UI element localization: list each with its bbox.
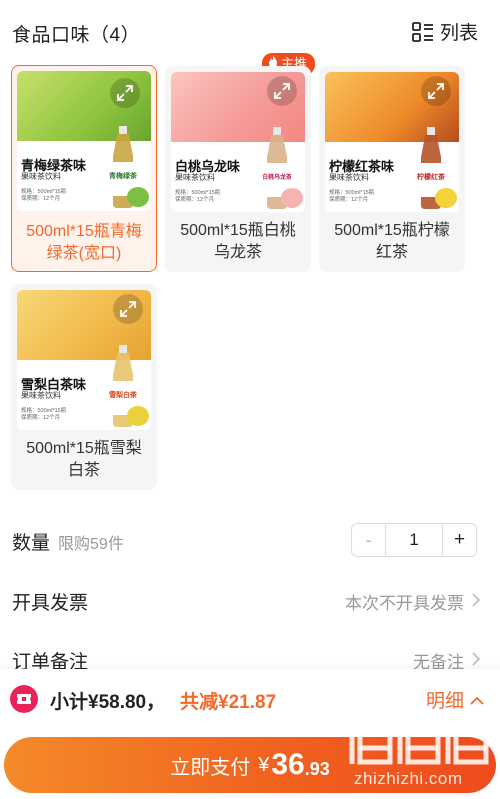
list-icon bbox=[412, 21, 434, 42]
product-spec: 规格：500ml*15瓶 保质期：12个月 bbox=[175, 190, 220, 204]
pay-now-label: 立即支付 bbox=[170, 756, 251, 779]
purchase-limit-hint: 限购59件 bbox=[58, 536, 124, 553]
flavor-section-title: 食品口味（4） bbox=[12, 25, 141, 46]
quantity-input[interactable]: 1 bbox=[386, 524, 442, 556]
flavor-card-label: 500ml*15瓶青梅 绿茶(宽口) bbox=[26, 223, 142, 262]
invoice-label: 开具发票 bbox=[12, 593, 89, 614]
chevron-up-icon bbox=[470, 689, 484, 711]
product-spec: 规格：500ml*15瓶 保质期：12个月 bbox=[21, 408, 66, 422]
currency-symbol: ¥ bbox=[258, 753, 270, 776]
fruit-icon bbox=[127, 187, 149, 207]
fruit-icon bbox=[127, 406, 149, 426]
discount-text: 共减¥21.87 bbox=[180, 692, 277, 713]
quantity-label: 数量 bbox=[12, 533, 51, 554]
product-subtitle: 果味茶饮料 bbox=[21, 172, 61, 181]
product-spec-shelf-life: 保质期：12个月 bbox=[175, 197, 215, 203]
product-spec-size: 规格：500ml*15瓶 bbox=[175, 190, 221, 196]
quantity-stepper: - 1 + bbox=[351, 523, 477, 557]
flavor-card-white-peach[interactable]: 白桃乌龙味 果味茶饮料 规格：500ml*15瓶 保质期：12个月 白桃乌龙茶 … bbox=[165, 66, 311, 272]
flavor-header: 食品口味（4） 列表 bbox=[0, 0, 500, 62]
coupon-icon bbox=[10, 685, 38, 713]
increase-button[interactable]: + bbox=[442, 524, 476, 556]
chevron-right-icon bbox=[472, 592, 481, 612]
flavor-card-green-plum[interactable]: 青梅绿茶味 果味茶饮料 规格：500ml*15瓶 保质期：12个月 青梅绿茶 5… bbox=[11, 65, 157, 272]
subtotal-text: 小计¥58.80， bbox=[50, 692, 166, 713]
product-spec-shelf-life: 保质期：12个月 bbox=[21, 415, 61, 421]
expand-icon[interactable] bbox=[110, 78, 140, 108]
watermark-domain: zhizhizhi.com bbox=[354, 769, 463, 788]
site-watermark: zhizhizhi.com bbox=[346, 712, 496, 792]
pay-amount-integer: 36 bbox=[271, 748, 305, 781]
product-spec-shelf-life: 保质期：12个月 bbox=[21, 196, 61, 202]
bottle-text: 白桃乌龙茶 bbox=[263, 173, 291, 181]
flavor-card-label: 500ml*15瓶白桃 乌龙茶 bbox=[180, 222, 296, 261]
invoice-row[interactable]: 开具发票 本次不开具发票 bbox=[0, 580, 500, 620]
product-spec-shelf-life: 保质期：12个月 bbox=[329, 197, 369, 203]
detail-label: 明细 bbox=[425, 691, 464, 712]
chevron-right-icon bbox=[472, 651, 481, 671]
list-view-toggle[interactable]: 列表 bbox=[412, 18, 478, 45]
product-spec-size: 规格：500ml*15瓶 bbox=[21, 189, 67, 195]
list-label: 列表 bbox=[439, 23, 478, 44]
product-spec-size: 规格：500ml*15瓶 bbox=[329, 190, 375, 196]
fruit-icon bbox=[435, 188, 457, 208]
decrease-button[interactable]: - bbox=[352, 524, 386, 556]
bottle-text: 青梅绿茶 bbox=[109, 171, 137, 180]
fruit-icon bbox=[281, 188, 303, 208]
invoice-value: 本次不开具发票 bbox=[345, 594, 464, 613]
pay-amount-decimal: .93 bbox=[304, 758, 330, 779]
product-spec: 规格：500ml*15瓶 保质期：12个月 bbox=[329, 190, 374, 204]
flavor-card-label: 500ml*15瓶柠檬 红茶 bbox=[334, 222, 450, 261]
flavor-card-label: 500ml*15瓶雪梨 白茶 bbox=[26, 440, 142, 479]
bottle-text: 雪梨白茶 bbox=[109, 390, 137, 399]
detail-toggle[interactable]: 明细 bbox=[426, 686, 484, 713]
expand-icon[interactable] bbox=[421, 76, 451, 106]
product-spec-size: 规格：500ml*15瓶 bbox=[21, 408, 67, 414]
quantity-label-group: 数量 限购59件 bbox=[12, 528, 124, 555]
flavor-card-pear-white-tea[interactable]: 雪梨白茶味 果味茶饮料 规格：500ml*15瓶 保质期：12个月 雪梨白茶 5… bbox=[11, 284, 157, 490]
product-spec: 规格：500ml*15瓶 保质期：12个月 bbox=[21, 189, 66, 203]
flavor-card-lemon-black-tea[interactable]: 柠檬红茶味 果味茶饮料 规格：500ml*15瓶 保质期：12个月 柠檬红茶 5… bbox=[319, 66, 465, 272]
expand-icon[interactable] bbox=[113, 294, 143, 324]
invoice-value-group: 本次不开具发票 bbox=[345, 589, 481, 614]
expand-icon[interactable] bbox=[267, 76, 297, 106]
product-subtitle: 果味茶饮料 bbox=[329, 173, 369, 182]
bottle-text: 柠檬红茶 bbox=[417, 172, 445, 181]
watermark-logo-icon bbox=[349, 716, 489, 765]
product-subtitle: 果味茶饮料 bbox=[175, 173, 215, 182]
product-subtitle: 果味茶饮料 bbox=[21, 391, 61, 400]
